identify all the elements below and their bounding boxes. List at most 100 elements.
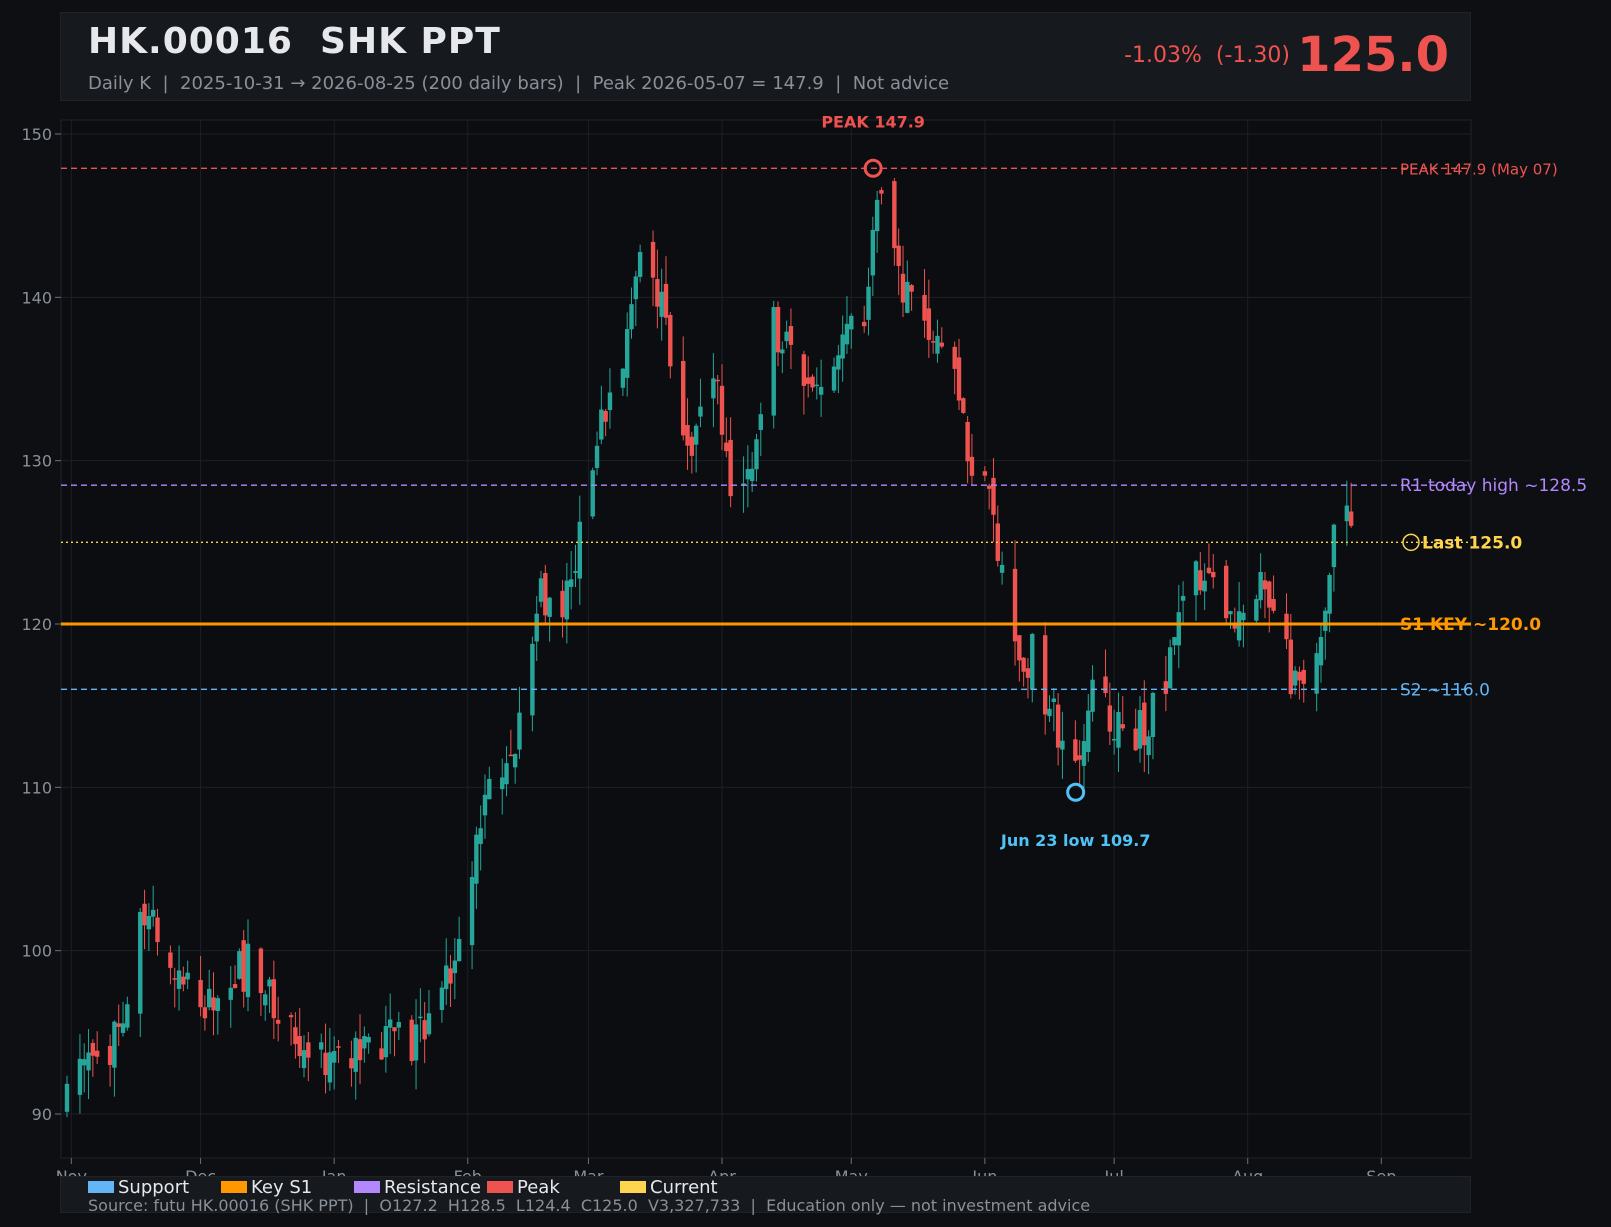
candle-body xyxy=(336,1046,341,1048)
legend-label: Key S1 xyxy=(251,1176,313,1198)
candle-body xyxy=(952,346,957,369)
candle-body xyxy=(181,976,186,985)
candle-body xyxy=(409,1019,414,1062)
candle-body xyxy=(1223,565,1229,619)
candle-body xyxy=(1202,580,1207,592)
candle-body xyxy=(624,329,630,378)
candle-body xyxy=(426,1013,432,1035)
candle-body xyxy=(986,485,992,489)
candlestick-chart: 90 100 110 120 130 140 150 Nov Dec Jan Feb Mar Apr M… xyxy=(21,112,1587,1176)
candle-body xyxy=(754,439,759,470)
legend-swatch xyxy=(354,1181,380,1193)
candle-body xyxy=(663,283,669,318)
level-label-current: Last 125.0 xyxy=(1422,533,1522,553)
x-axis: Nov Dec Jan Feb Mar Apr May Jun Jul Aug Sep xyxy=(56,1158,1396,1176)
legend-swatch xyxy=(221,1181,247,1193)
candle-body xyxy=(271,979,277,1019)
candle-body xyxy=(1111,738,1117,741)
legend-item: Resistance xyxy=(354,1177,487,1198)
candle-body xyxy=(965,421,970,462)
candle-body xyxy=(1267,581,1272,608)
candle-body xyxy=(1086,710,1091,752)
candle-body xyxy=(530,643,535,716)
candle-body xyxy=(155,917,160,943)
candle-body xyxy=(478,828,483,844)
candle-body xyxy=(836,355,841,370)
candle-body xyxy=(745,469,751,480)
candle-body xyxy=(655,279,660,307)
candle-body xyxy=(543,573,548,616)
candle-body xyxy=(896,245,901,266)
candle-body xyxy=(564,580,570,620)
x-tick-label: Sep xyxy=(1366,1167,1396,1176)
candle-body xyxy=(1254,599,1259,621)
candle-body xyxy=(909,285,914,292)
y-tick-label: 130 xyxy=(21,452,52,471)
candle-body xyxy=(849,315,854,330)
candle-body xyxy=(685,424,690,446)
candle-body xyxy=(1051,698,1057,702)
candle-body xyxy=(1090,679,1095,712)
x-tick-label: Jun xyxy=(971,1167,997,1176)
y-tick-label: 90 xyxy=(32,1105,52,1124)
legend-item: Support xyxy=(88,1177,221,1198)
candle-body xyxy=(1327,574,1332,614)
candle-body xyxy=(379,1048,384,1060)
candle-body xyxy=(862,321,867,327)
candle-body xyxy=(922,294,927,321)
legend-label: Peak xyxy=(517,1176,560,1198)
candle-body xyxy=(1172,637,1177,646)
candle-body xyxy=(448,968,453,984)
candle-body xyxy=(1314,653,1319,694)
candle-body xyxy=(758,414,763,430)
candle-body xyxy=(512,754,518,768)
candle-body xyxy=(323,1052,328,1076)
candle-body xyxy=(538,578,544,602)
candle-body xyxy=(487,778,492,800)
candle-body xyxy=(1198,570,1203,591)
candle-body xyxy=(900,273,906,303)
candle-body xyxy=(1318,636,1324,666)
candle-body xyxy=(719,385,725,435)
candle-body xyxy=(633,276,639,300)
candle-body xyxy=(844,323,850,345)
candle-body xyxy=(1021,657,1026,672)
candle-body xyxy=(362,1036,367,1049)
candle-body xyxy=(991,477,996,515)
candle-body xyxy=(590,470,595,517)
legend-item: Current xyxy=(620,1177,753,1198)
candle-body xyxy=(1060,740,1065,750)
x-tick-label: Jul xyxy=(1103,1167,1123,1176)
candle-body xyxy=(366,1036,371,1043)
chart-footer: Support Key S1 Resistance Peak Current Sourc… xyxy=(60,1176,1471,1215)
x-tick-label: Apr xyxy=(708,1167,736,1176)
legend: Support Key S1 Resistance Peak Current xyxy=(88,1176,753,1198)
candle-body xyxy=(207,988,212,1008)
x-tick-label: Feb xyxy=(454,1167,482,1176)
candle-body xyxy=(1292,670,1298,686)
candle-body xyxy=(444,965,449,990)
candle-body xyxy=(211,997,216,1011)
candle-body xyxy=(1163,681,1169,694)
candle-body xyxy=(517,712,522,750)
peak-label: PEAK 147.9 xyxy=(821,112,925,131)
y-tick-label: 150 xyxy=(21,125,52,144)
candle-body xyxy=(650,241,656,278)
candle-body xyxy=(599,409,604,440)
candle-body xyxy=(1297,671,1302,681)
candle-body xyxy=(357,1039,363,1061)
candle-body xyxy=(1116,712,1121,748)
candle-body xyxy=(245,943,251,998)
candle-body xyxy=(728,439,733,497)
candle-body xyxy=(1055,704,1061,748)
candle-body xyxy=(969,456,975,476)
candle-body xyxy=(573,571,578,573)
candle-body xyxy=(982,471,988,476)
candle-body xyxy=(814,384,820,387)
candle-body xyxy=(1288,639,1294,695)
candle-body xyxy=(1150,692,1156,737)
x-tick-label: Dec xyxy=(185,1167,216,1176)
y-tick-label: 120 xyxy=(21,615,52,634)
candle-body xyxy=(306,1042,311,1058)
level-label-support: S2 ~116.0 xyxy=(1400,680,1490,700)
